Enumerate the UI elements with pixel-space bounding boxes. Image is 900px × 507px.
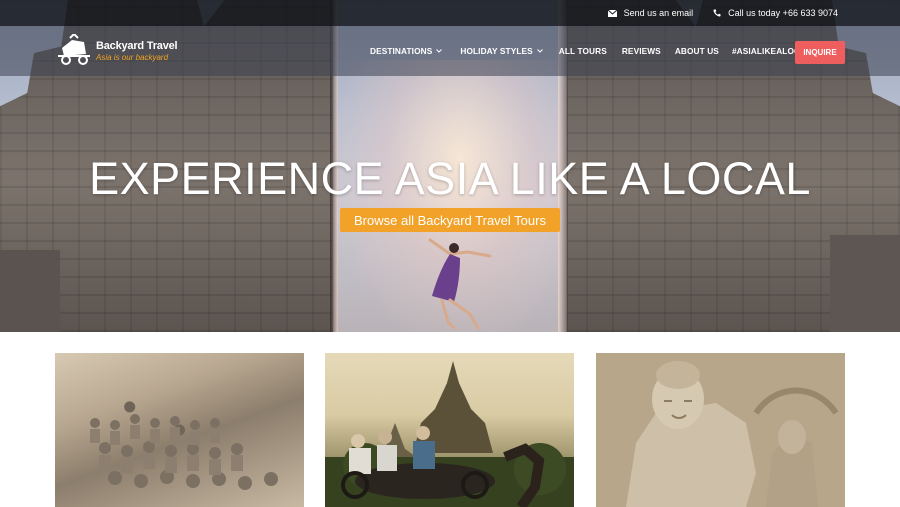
nav-menu: DESTINATIONS HOLIDAY STYLES ALL TOURS RE… xyxy=(370,26,811,76)
chevron-down-icon xyxy=(436,49,443,53)
bagan-temple-image xyxy=(325,361,574,507)
envelope-icon xyxy=(607,9,617,17)
nav-item-destinations[interactable]: DESTINATIONS xyxy=(370,46,443,56)
inquire-button[interactable]: INQUIRE xyxy=(795,41,845,64)
nav-item-label: HOLIDAY STYLES xyxy=(460,46,533,56)
logo-title: Backyard Travel xyxy=(96,39,178,52)
browse-tours-button[interactable]: Browse all Backyard Travel Tours xyxy=(340,208,560,232)
chevron-down-icon xyxy=(536,49,543,53)
nav-item-label: REVIEWS xyxy=(621,46,661,56)
hero-title: EXPERIENCE ASIA LIKE A LOCAL xyxy=(89,153,811,204)
top-contact-bar: Send us an email Call us today +66 633 9… xyxy=(0,0,900,26)
nav-item-all-tours[interactable]: ALL TOURS xyxy=(559,46,607,56)
phone-label: Call us today +66 633 9074 xyxy=(728,8,838,18)
main-navigation: Backyard Travel Asia is our backyard DES… xyxy=(0,26,900,76)
brand-logo[interactable]: Backyard Travel Asia is our backyard xyxy=(56,32,186,70)
nav-item-holiday-styles[interactable]: HOLIDAY STYLES xyxy=(460,46,543,56)
nav-item-label: DESTINATIONS xyxy=(370,46,433,56)
phone-link[interactable]: Call us today +66 633 9074 xyxy=(713,8,838,18)
tour-card-bagan-temple[interactable] xyxy=(325,353,574,507)
email-link[interactable]: Send us an email xyxy=(607,8,694,18)
nav-item-about-us[interactable]: ABOUT US xyxy=(675,46,719,56)
tuk-tuk-logo-icon xyxy=(58,34,90,65)
tour-card-yungang-buddha[interactable] xyxy=(596,353,845,507)
terracotta-warriors-image xyxy=(90,414,278,490)
tour-card-terracotta-warriors[interactable] xyxy=(55,353,304,507)
hero-wall-right xyxy=(830,235,900,332)
hero-dancer-figure xyxy=(428,238,492,330)
logo-tagline: Asia is our backyard xyxy=(96,52,169,62)
nav-item-label: ABOUT US xyxy=(674,46,719,56)
nav-item-label: ALL TOURS xyxy=(558,46,607,56)
nav-item-reviews[interactable]: REVIEWS xyxy=(622,46,661,56)
email-label: Send us an email xyxy=(623,8,694,18)
phone-icon xyxy=(713,9,721,17)
buddha-statue-image xyxy=(596,353,845,507)
hero-wall-left xyxy=(0,250,60,332)
